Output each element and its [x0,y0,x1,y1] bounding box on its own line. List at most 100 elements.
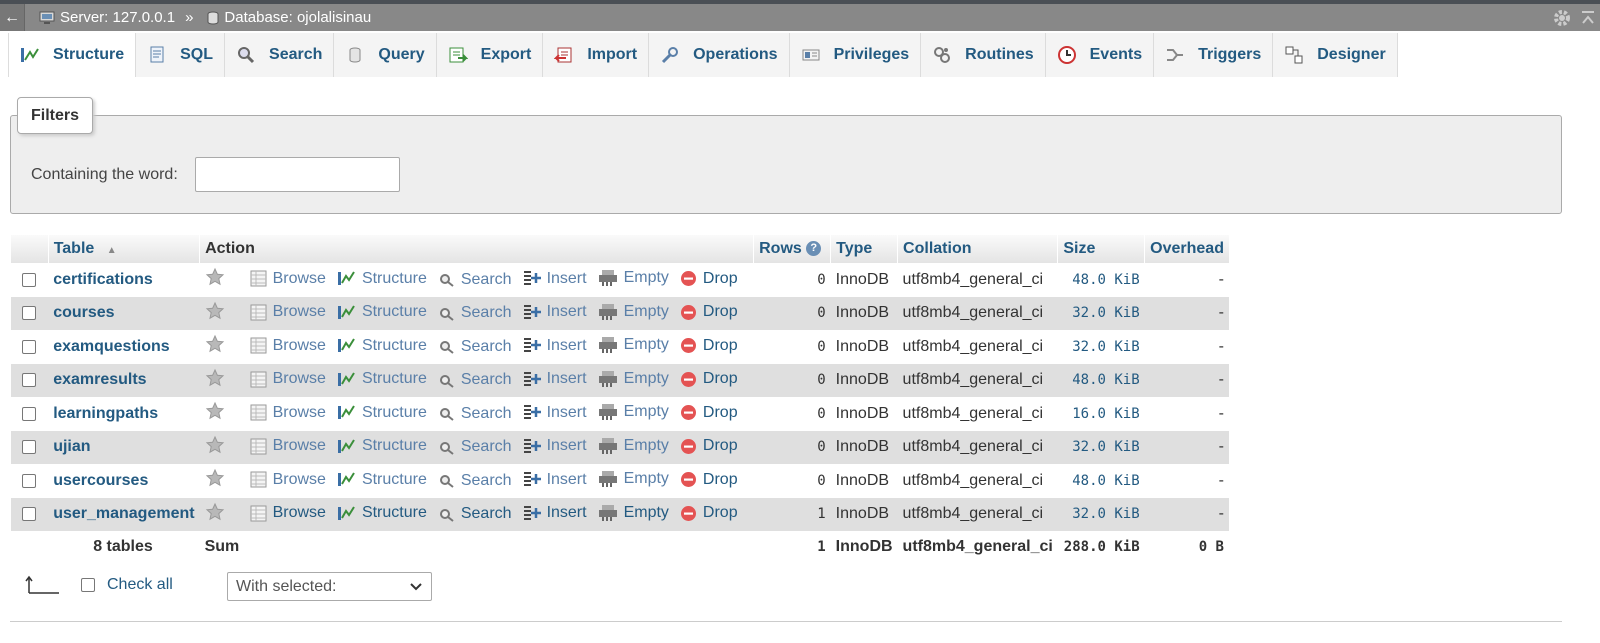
insert-link[interactable]: Insert [523,471,587,489]
size-link[interactable]: 48.0 KiB [1057,464,1145,498]
header-type[interactable]: Type [830,235,898,263]
search-link[interactable]: Search [438,304,512,322]
favorite-star-button[interactable] [205,401,231,421]
row-checkbox[interactable] [22,406,37,421]
favorite-star-button[interactable] [205,502,231,522]
empty-link[interactable]: Empty [598,269,669,287]
insert-link[interactable]: Insert [523,437,587,455]
tab-export[interactable]: Export [436,33,544,77]
search-link[interactable]: Search [438,405,512,423]
check-all-label[interactable]: Check all [107,576,173,594]
tab-events[interactable]: Events [1045,33,1155,77]
insert-link[interactable]: Insert [523,337,587,355]
header-overhead[interactable]: Overhead [1144,235,1229,263]
structure-link[interactable]: Structure [337,337,427,355]
browse-link[interactable]: Browse [250,303,326,321]
row-checkbox[interactable] [22,440,37,455]
empty-link[interactable]: Empty [598,504,669,522]
collapse-icon[interactable] [1580,9,1596,27]
database-breadcrumb[interactable]: Database: ojolalisinau [207,9,371,26]
size-link[interactable]: 16.0 KiB [1057,397,1145,431]
row-checkbox[interactable] [22,272,37,287]
insert-link[interactable]: Insert [523,303,587,321]
tab-structure[interactable]: Structure [8,33,137,77]
insert-link[interactable]: Insert [523,270,587,288]
tab-sql[interactable]: SQL [136,33,226,77]
browse-link[interactable]: Browse [250,370,326,388]
structure-link[interactable]: Structure [337,437,427,455]
table-name-link[interactable]: examresults [48,363,200,397]
header-size[interactable]: Size [1057,235,1145,263]
drop-link[interactable]: Drop [680,303,738,321]
size-link[interactable]: 32.0 KiB [1057,296,1145,330]
table-name-link[interactable]: examquestions [48,330,200,364]
header-rows[interactable]: Rows ? [753,235,831,263]
browse-link[interactable]: Browse [250,404,326,422]
header-table[interactable]: Table ▲ [47,235,200,263]
row-checkbox[interactable] [22,306,37,321]
drop-link[interactable]: Drop [680,370,738,388]
drop-link[interactable]: Drop [680,404,738,422]
check-all-checkbox[interactable] [81,578,95,592]
row-checkbox[interactable] [22,473,37,488]
favorite-star-button[interactable] [205,468,231,488]
search-link[interactable]: Search [438,438,512,456]
size-link[interactable]: 32.0 KiB [1057,430,1145,464]
empty-link[interactable]: Empty [598,470,669,488]
favorite-star-button[interactable] [205,435,231,455]
table-name-link[interactable]: courses [48,296,200,330]
structure-link[interactable]: Structure [337,471,427,489]
search-link[interactable]: Search [438,371,512,389]
structure-link[interactable]: Structure [337,504,427,522]
favorite-star-button[interactable] [205,301,231,321]
favorite-star-button[interactable] [205,368,231,388]
insert-link[interactable]: Insert [523,504,587,522]
row-checkbox[interactable] [22,339,37,354]
tab-triggers[interactable]: Triggers [1154,33,1274,77]
empty-link[interactable]: Empty [598,437,669,455]
empty-link[interactable]: Empty [598,370,669,388]
table-name-link[interactable]: learningpaths [48,397,200,431]
back-button[interactable]: ← [0,4,25,31]
browse-link[interactable]: Browse [250,337,326,355]
row-checkbox[interactable] [22,507,37,522]
size-link[interactable]: 48.0 KiB [1057,263,1145,297]
drop-link[interactable]: Drop [680,270,738,288]
tab-import[interactable]: Import [543,33,650,77]
structure-link[interactable]: Structure [337,404,427,422]
header-collation[interactable]: Collation [897,235,1058,263]
search-link[interactable]: Search [438,472,512,490]
empty-link[interactable]: Empty [598,303,669,321]
tab-privileges[interactable]: Privileges [789,33,922,77]
browse-link[interactable]: Browse [250,471,326,489]
table-name-link[interactable]: user_management [48,497,200,531]
table-name-link[interactable]: usercourses [48,464,200,498]
favorite-star-button[interactable] [205,267,231,287]
help-icon[interactable]: ? [806,241,822,257]
insert-link[interactable]: Insert [523,404,587,422]
table-name-link[interactable]: certifications [48,263,200,297]
size-link[interactable]: 48.0 KiB [1057,363,1145,397]
structure-link[interactable]: Structure [337,303,427,321]
row-checkbox[interactable] [22,373,37,388]
tab-designer[interactable]: Designer [1273,33,1398,77]
with-selected-select[interactable]: With selected: [227,572,432,601]
search-link[interactable]: Search [438,338,512,356]
search-link[interactable]: Search [438,271,512,289]
browse-link[interactable]: Browse [250,437,326,455]
drop-link[interactable]: Drop [680,337,738,355]
gear-icon[interactable] [1552,8,1572,28]
browse-link[interactable]: Browse [250,504,326,522]
empty-link[interactable]: Empty [598,336,669,354]
search-link[interactable]: Search [438,505,512,523]
tab-search[interactable]: Search [225,33,335,77]
size-link[interactable]: 32.0 KiB [1057,497,1145,531]
tab-query[interactable]: Query [334,33,437,77]
insert-link[interactable]: Insert [523,370,587,388]
size-link[interactable]: 32.0 KiB [1057,330,1145,364]
table-name-link[interactable]: ujian [48,430,200,464]
structure-link[interactable]: Structure [337,370,427,388]
drop-link[interactable]: Drop [680,471,738,489]
favorite-star-button[interactable] [205,334,231,354]
empty-link[interactable]: Empty [598,403,669,421]
